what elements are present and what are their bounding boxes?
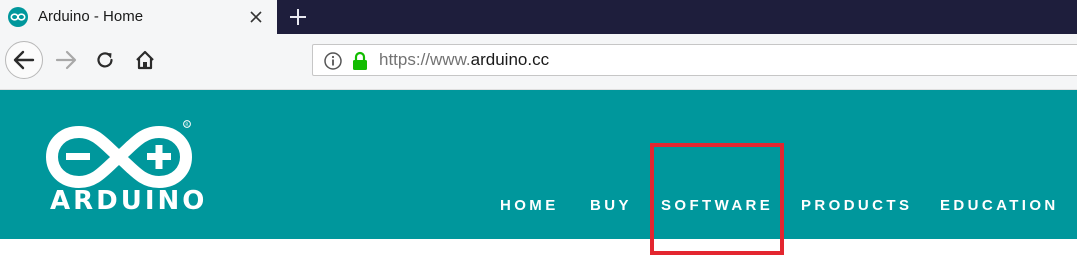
- new-tab-icon[interactable]: [285, 4, 311, 30]
- nav-item-home[interactable]: HOME: [500, 197, 559, 214]
- back-arrow-icon: [13, 50, 35, 70]
- tab-strip: Arduino - Home: [0, 0, 1077, 34]
- address-bar[interactable]: https://www.arduino.cc: [312, 44, 1077, 76]
- browser-tab[interactable]: Arduino - Home: [0, 0, 277, 34]
- svg-text:R: R: [185, 122, 188, 128]
- nav-item-products[interactable]: PRODUCTS: [801, 197, 912, 214]
- forward-arrow-icon: [55, 50, 77, 70]
- software-highlight-box: [650, 143, 784, 255]
- url-domain: arduino.cc: [470, 50, 550, 69]
- site-header: R ARDUINO HOME BUY SOFTWARE PRODUCTS EDU…: [0, 90, 1077, 239]
- nav-item-buy[interactable]: BUY: [590, 197, 632, 214]
- tab-title: Arduino - Home: [38, 8, 144, 25]
- reload-button[interactable]: [91, 46, 119, 74]
- close-tab-icon[interactable]: [246, 7, 266, 27]
- home-button[interactable]: [131, 46, 159, 74]
- home-icon: [136, 50, 154, 70]
- arduino-favicon-icon: [8, 7, 28, 27]
- secure-lock-icon[interactable]: [351, 51, 369, 71]
- url-prefix: https://www.: [379, 50, 471, 69]
- main-nav: HOME BUY SOFTWARE PRODUCTS EDUCATION: [0, 197, 1077, 217]
- site-info-icon[interactable]: [323, 51, 343, 71]
- url-text[interactable]: https://www.arduino.cc: [379, 50, 549, 70]
- back-button[interactable]: [5, 41, 43, 79]
- nav-item-education[interactable]: EDUCATION: [940, 197, 1059, 214]
- browser-toolbar: https://www.arduino.cc: [0, 34, 1077, 90]
- reload-icon: [97, 52, 113, 68]
- forward-button[interactable]: [52, 46, 80, 74]
